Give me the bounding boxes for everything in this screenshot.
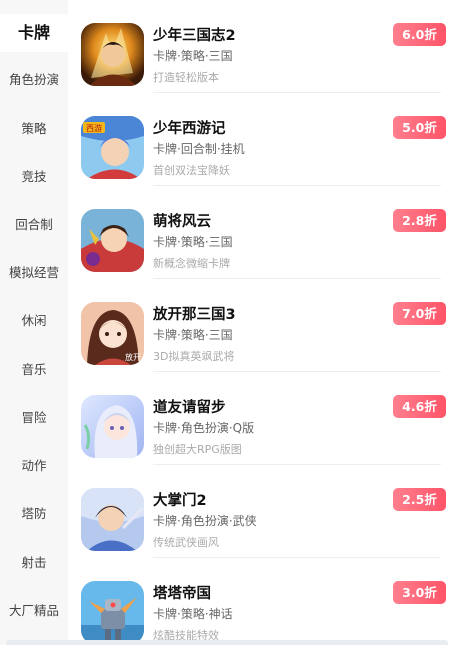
fairy-portrait-icon xyxy=(81,395,144,458)
discount-badge[interactable]: 3.0折 xyxy=(393,581,446,604)
game-icon[interactable] xyxy=(81,581,144,644)
game-description: 打造轻松版本 xyxy=(153,71,219,84)
discount-badge[interactable]: 4.6折 xyxy=(393,395,446,418)
game-tags: 卡牌·策略·三国 xyxy=(153,328,233,342)
game-icon[interactable]: 放开 xyxy=(81,302,144,365)
bottom-edge xyxy=(6,640,448,645)
warrior-portrait-icon xyxy=(81,23,144,86)
game-icon[interactable] xyxy=(81,209,144,272)
game-tags: 卡牌·策略·三国 xyxy=(153,235,233,249)
sidebar-item-tower-defense[interactable]: 塔防 xyxy=(0,505,68,523)
game-description: 新概念微缩卡牌 xyxy=(153,257,230,270)
game-description: 首创双法宝降妖 xyxy=(153,164,230,177)
game-title[interactable]: 塔塔帝国 xyxy=(153,582,211,603)
discount-badge[interactable]: 7.0折 xyxy=(393,302,446,325)
game-tags: 卡牌·角色扮演·武侠 xyxy=(153,514,257,528)
game-description: 3D拟真英飒武将 xyxy=(153,350,235,363)
game-row[interactable]: 萌将风云 卡牌·策略·三国 新概念微缩卡牌 2.8折 xyxy=(68,186,454,279)
game-icon[interactable] xyxy=(81,23,144,86)
sidebar-item-action[interactable]: 动作 xyxy=(0,457,68,475)
sidebar-item-premium[interactable]: 大厂精品 xyxy=(0,602,68,620)
game-title[interactable]: 大掌门2 xyxy=(153,489,207,510)
icon-text: 西游 xyxy=(86,123,102,133)
game-tags: 卡牌·角色扮演·Q版 xyxy=(153,421,255,435)
game-tags: 卡牌·策略·三国 xyxy=(153,49,233,63)
sidebar-item-label: 卡牌 xyxy=(17,23,50,42)
sidebar-item-label: 模拟经营 xyxy=(8,265,59,280)
sidebar-item-roleplay[interactable]: 角色扮演 xyxy=(0,71,68,89)
cute-general-icon xyxy=(81,209,144,272)
heroine-portrait-icon: 放开 xyxy=(81,302,144,365)
game-row[interactable]: 塔塔帝国 卡牌·策略·神话 炫酷技能特效 3.0折 xyxy=(68,558,454,651)
game-title[interactable]: 道友请留步 xyxy=(153,396,226,417)
sidebar-item-label: 竞技 xyxy=(21,169,47,184)
game-list: 少年三国志2 卡牌·策略·三国 打造轻松版本 6.0折 西游 少年西游记 卡牌·… xyxy=(68,0,454,645)
icon-text: 放开 xyxy=(125,352,141,362)
discount-badge[interactable]: 2.8折 xyxy=(393,209,446,232)
game-row[interactable]: 西游 少年西游记 卡牌·回合制·挂机 首创双法宝降妖 5.0折 xyxy=(68,93,454,186)
discount-badge[interactable]: 6.0折 xyxy=(393,23,446,46)
sidebar-item-shooting[interactable]: 射击 xyxy=(0,554,68,572)
sidebar-item-music[interactable]: 音乐 xyxy=(0,361,68,379)
game-row[interactable]: 道友请留步 卡牌·角色扮演·Q版 独创超大RPG版图 4.6折 xyxy=(68,372,454,465)
game-icon[interactable] xyxy=(81,488,144,551)
sidebar-item-turn-based[interactable]: 回合制 xyxy=(0,216,68,234)
sidebar-item-label: 休闲 xyxy=(21,313,47,328)
discount-badge[interactable]: 5.0折 xyxy=(393,116,446,139)
game-row[interactable]: 大掌门2 卡牌·角色扮演·武侠 传统武侠画风 2.5折 xyxy=(68,465,454,558)
sidebar-item-label: 回合制 xyxy=(15,217,53,232)
game-title[interactable]: 萌将风云 xyxy=(153,210,211,231)
game-row[interactable]: 放开 放开那三国3 卡牌·策略·三国 3D拟真英飒武将 7.0折 xyxy=(68,279,454,372)
sidebar-item-simulation[interactable]: 模拟经营 xyxy=(0,264,68,282)
sidebar-item-label: 大厂精品 xyxy=(8,603,59,618)
sidebar-item-label: 射击 xyxy=(21,555,47,570)
monk-portrait-icon: 西游 xyxy=(81,116,144,179)
game-icon[interactable] xyxy=(81,395,144,458)
game-tags: 卡牌·策略·神话 xyxy=(153,607,233,621)
mech-robot-icon xyxy=(81,581,144,644)
game-row[interactable]: 少年三国志2 卡牌·策略·三国 打造轻松版本 6.0折 xyxy=(68,0,454,93)
swordsman-portrait-icon xyxy=(81,488,144,551)
game-title[interactable]: 少年三国志2 xyxy=(153,24,236,45)
game-tags: 卡牌·回合制·挂机 xyxy=(153,142,245,156)
game-description: 独创超大RPG版图 xyxy=(153,443,242,456)
sidebar-item-label: 音乐 xyxy=(21,362,47,377)
sidebar-item-label: 动作 xyxy=(21,458,47,473)
sidebar-item-adventure[interactable]: 冒险 xyxy=(0,409,68,427)
sidebar-item-competitive[interactable]: 竞技 xyxy=(0,168,68,186)
game-icon[interactable]: 西游 xyxy=(81,116,144,179)
game-description: 传统武侠画风 xyxy=(153,536,219,549)
sidebar-item-label: 策略 xyxy=(21,121,47,136)
game-title[interactable]: 少年西游记 xyxy=(153,117,226,138)
sidebar-item-label: 角色扮演 xyxy=(8,72,59,87)
sidebar-item-label: 塔防 xyxy=(21,506,47,521)
sidebar-item-card[interactable]: 卡牌 xyxy=(0,14,68,52)
category-sidebar: 卡牌 角色扮演 策略 竞技 回合制 模拟经营 休闲 音乐 冒险 动作 塔防 射击… xyxy=(0,0,68,645)
sidebar-item-label: 冒险 xyxy=(21,410,47,425)
sidebar-item-strategy[interactable]: 策略 xyxy=(0,120,68,138)
sidebar-item-casual[interactable]: 休闲 xyxy=(0,312,68,330)
discount-badge[interactable]: 2.5折 xyxy=(393,488,446,511)
game-title[interactable]: 放开那三国3 xyxy=(153,303,236,324)
